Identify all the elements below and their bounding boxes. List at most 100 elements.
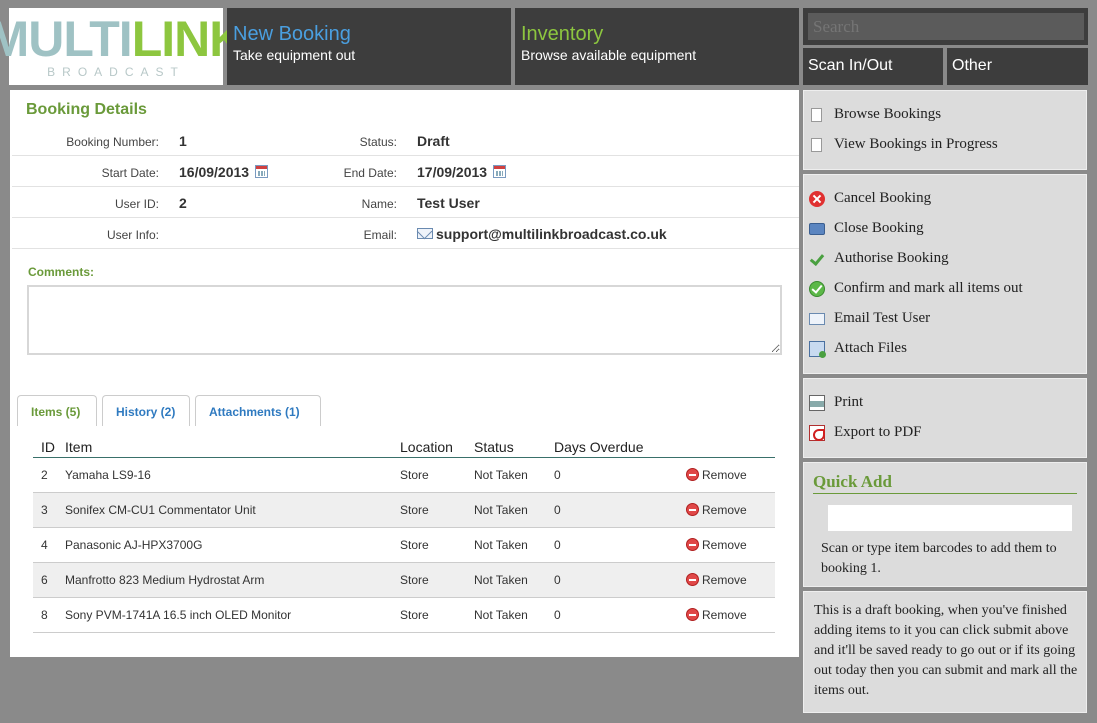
email-user-label: Email Test User [834,310,931,326]
remove-label: Remove [702,467,747,482]
document-icon [811,137,822,152]
cancel-booking-link[interactable]: Cancel Booking [809,190,931,207]
cell-days: 0 [554,527,686,563]
email-user-link[interactable]: Email Test User [809,310,930,327]
cell-item: Sonifex CM-CU1 Commentator Unit [65,492,400,528]
cancel-icon [809,190,825,207]
table-header-row: ID Item Location Status Days Overdue [33,437,775,458]
table-row: 6 Manfrotto 823 Medium Hydrostat Arm Sto… [33,562,775,598]
quick-add-input[interactable] [828,505,1072,531]
confirm-label: Confirm and mark all items out [834,280,1023,296]
search-box [803,8,1088,45]
scan-in-out-button[interactable]: Scan In/Out [803,48,943,85]
authorise-booking-label: Authorise Booking [834,250,949,266]
sidebar-browse-box: Browse Bookings View Bookings in Progres… [803,90,1087,170]
cell-status: Not Taken [474,597,554,633]
cell-days: 0 [554,562,686,598]
sidebar-actions-box: Cancel Booking Close Booking Authorise B… [803,174,1087,374]
remove-label: Remove [702,572,747,587]
cell-status: Not Taken [474,527,554,563]
tab-attachments[interactable]: Attachments (1) [195,395,321,426]
remove-icon [686,502,699,516]
status-value: Draft [417,133,450,149]
authorise-booking-link[interactable]: Authorise Booking [809,250,949,267]
browse-bookings-link[interactable]: Browse Bookings [809,106,941,123]
start-date-label: Start Date: [101,166,159,180]
in-progress-label: View Bookings in Progress [834,136,998,152]
user-id-label: User ID: [114,197,159,211]
remove-icon [686,572,699,586]
calendar-icon[interactable] [493,165,507,178]
cell-item: Panasonic AJ-HPX3700G [65,527,400,563]
cell-status: Not Taken [474,492,554,528]
cell-location: Store [400,492,474,528]
table-row: 8 Sony PVM-1741A 16.5 inch OLED Monitor … [33,597,775,633]
logo[interactable]: MULTILINK BROADCAST [0,8,245,85]
folder-icon [809,222,825,235]
nav-new-booking[interactable]: New Booking Take equipment out [227,8,511,85]
sidebar-export-box: Print Export to PDF [803,378,1087,458]
cell-location: Store [400,562,474,598]
nav-new-booking-title: New Booking [233,23,351,45]
remove-button[interactable]: Remove [686,562,775,598]
remove-button[interactable]: Remove [686,457,775,493]
table-row: 2 Yamaha LS9-16 Store Not Taken 0 Remove [33,457,775,493]
email-text: support@multilinkbroadcast.co.uk [436,226,667,242]
comments-label: Comments: [28,265,95,279]
cell-days: 0 [554,597,686,633]
print-label: Print [834,394,864,410]
items-table: ID Item Location Status Days Overdue 2 Y… [33,437,775,633]
table-row: 4 Panasonic AJ-HPX3700G Store Not Taken … [33,527,775,563]
search-input[interactable] [808,13,1084,40]
end-date-value: 17/09/2013 [417,164,507,180]
remove-label: Remove [702,502,747,517]
calendar-icon[interactable] [255,165,269,178]
cell-location: Store [400,527,474,563]
tab-items[interactable]: Items (5) [17,395,97,426]
tab-history[interactable]: History (2) [102,395,190,426]
close-booking-link[interactable]: Close Booking [809,220,924,237]
col-item: Item [65,437,400,458]
other-button[interactable]: Other [947,48,1088,85]
quick-add-box: Quick Add Scan or type item barcodes to … [803,462,1087,587]
remove-icon [686,607,699,621]
mail-icon [809,312,825,325]
check-circle-icon [809,280,825,297]
cell-status: Not Taken [474,457,554,493]
remove-button[interactable]: Remove [686,597,775,633]
attach-files-link[interactable]: Attach Files [809,340,907,358]
cell-id: 3 [33,492,65,528]
cell-id: 2 [33,457,65,493]
logo-wordmark: MULTILINK [0,14,245,64]
quick-add-help: Scan or type item barcodes to add them t… [821,541,1057,576]
comments-textarea[interactable] [27,285,782,355]
printer-icon [809,394,825,411]
col-location: Location [400,437,474,458]
booking-number-value: 1 [179,133,187,149]
email-value[interactable]: support@multilinkbroadcast.co.uk [417,226,667,242]
remove-label: Remove [702,607,747,622]
remove-button[interactable]: Remove [686,492,775,528]
document-icon [811,107,822,122]
detail-row-number: Booking Number: 1 Status: Draft [12,125,799,156]
status-label: Status: [359,135,397,149]
nav-inventory[interactable]: Inventory Browse available equipment [515,8,799,85]
draft-note-box: This is a draft booking, when you've fin… [803,591,1087,713]
view-bookings-in-progress-link[interactable]: View Bookings in Progress [809,136,998,153]
cell-id: 8 [33,597,65,633]
confirm-mark-out-link[interactable]: Confirm and mark all items out [809,280,1023,297]
detail-row-user: User ID: 2 Name: Test User [12,187,799,218]
print-link[interactable]: Print [809,394,863,411]
detail-row-dates: Start Date: 16/09/2013 End Date: 17/09/2… [12,156,799,187]
export-pdf-link[interactable]: Export to PDF [809,424,922,441]
browse-bookings-label: Browse Bookings [834,106,942,122]
cell-location: Store [400,457,474,493]
col-id: ID [33,437,65,458]
end-date-label: End Date: [343,166,397,180]
name-label: Name: [361,197,397,211]
cell-days: 0 [554,457,686,493]
booking-number-label: Booking Number: [66,135,159,149]
mail-icon [417,228,433,239]
user-id-value: 2 [179,195,187,211]
remove-button[interactable]: Remove [686,527,775,563]
